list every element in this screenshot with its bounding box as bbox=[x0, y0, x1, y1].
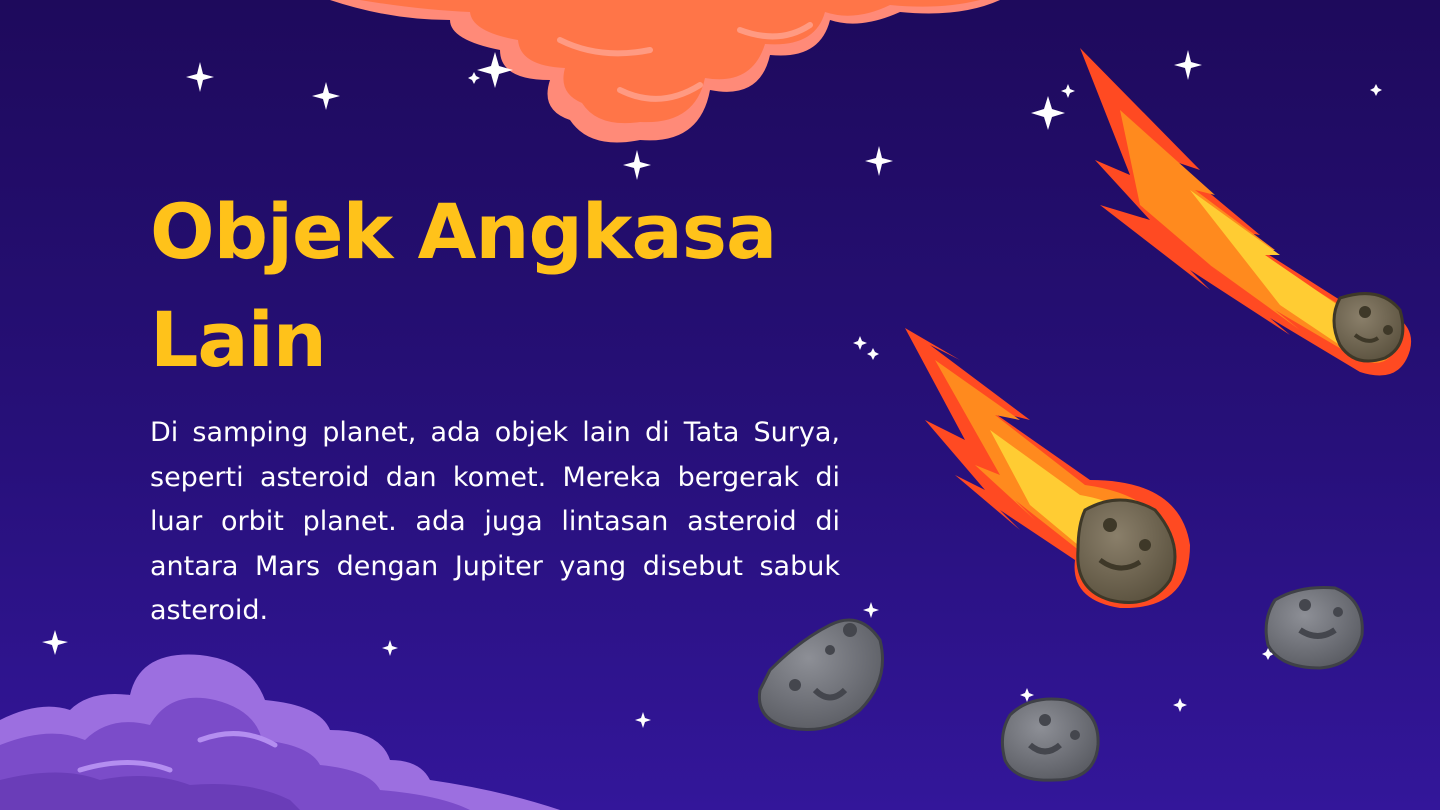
background-art bbox=[0, 0, 1412, 810]
slide-body-text: Di samping planet, ada objek lain di Tat… bbox=[150, 417, 840, 626]
purple-cloud-icon bbox=[0, 654, 560, 810]
meteor-icon bbox=[905, 328, 1190, 609]
slide-title: Objek Angkasa Lain bbox=[150, 178, 777, 394]
title-line-2: Lain bbox=[150, 295, 327, 384]
asteroid-icon bbox=[757, 618, 884, 732]
asteroid-icon bbox=[1264, 586, 1364, 670]
meteor-icon bbox=[1080, 48, 1412, 376]
slide: Objek Angkasa Lain Di samping planet, ad… bbox=[0, 0, 1440, 810]
title-line-1: Objek Angkasa bbox=[150, 187, 777, 276]
orange-cloud-icon bbox=[330, 0, 1000, 143]
asteroid-icon bbox=[1000, 697, 1100, 782]
